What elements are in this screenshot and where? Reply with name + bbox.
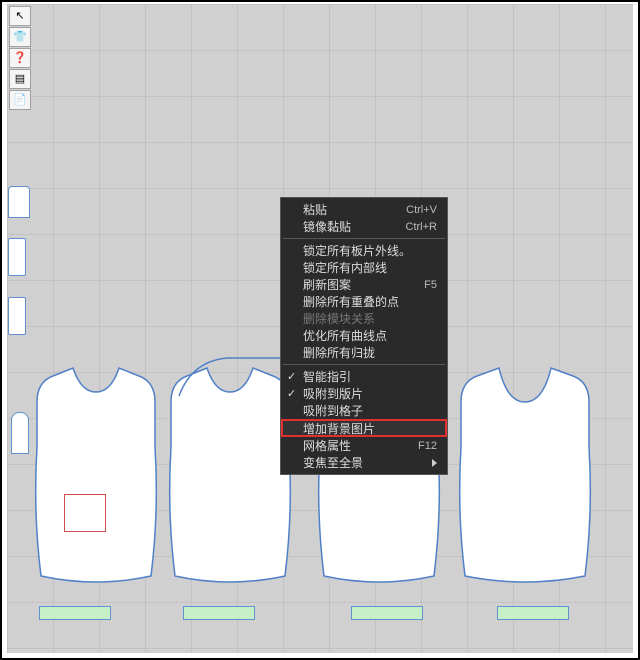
note-tool-icon: 📄 xyxy=(10,91,30,109)
help-tool-icon[interactable]: ❓ xyxy=(9,48,31,68)
menu-item-label: 镜像黏贴 xyxy=(303,218,351,235)
pattern-thumb-2[interactable] xyxy=(8,238,26,276)
note-tool-icon[interactable]: 📄 xyxy=(9,90,31,110)
menu-item[interactable]: 吸附到版片 xyxy=(281,385,447,402)
menu-item-label: 吸附到版片 xyxy=(303,385,363,402)
pattern-thumb-1[interactable] xyxy=(8,186,30,218)
menu-item: 删除模块关系 xyxy=(281,310,447,327)
menu-item[interactable]: 优化所有曲线点 xyxy=(281,327,447,344)
chevron-right-icon xyxy=(432,459,437,467)
pattern-thumb-4[interactable] xyxy=(11,412,29,454)
pocket-outline xyxy=(64,494,106,532)
menu-item-label: 锁定所有内部线 xyxy=(303,259,387,276)
app-frame: ↖👕❓▤📄 粘贴Ctrl+V镜像黏贴Ctrl+R锁定所有板片外线。锁定所有 xyxy=(0,0,640,660)
pattern-piece-1[interactable] xyxy=(31,362,161,592)
menu-shortcut: Ctrl+R xyxy=(406,221,437,233)
menu-item[interactable]: 删除所有归拢 xyxy=(281,344,447,361)
pattern-piece-4[interactable] xyxy=(455,362,595,592)
layers-tool-icon: ▤ xyxy=(10,70,30,88)
menu-item-label: 优化所有曲线点 xyxy=(303,327,387,344)
menu-shortcut: Ctrl+V xyxy=(406,204,437,216)
menu-item[interactable]: 镜像黏贴 Ctrl+R xyxy=(281,218,447,235)
menu-item[interactable]: 锁定所有板片外线。 xyxy=(281,242,447,259)
arrow-tool-icon: ↖ xyxy=(10,7,30,25)
menu-item-label: 删除模块关系 xyxy=(303,310,375,327)
menu-item-label: 变焦至全景 xyxy=(303,454,363,471)
layers-tool-icon[interactable]: ▤ xyxy=(9,69,31,89)
menu-separator xyxy=(283,238,445,239)
menu-item[interactable]: 变焦至全景 xyxy=(281,454,447,471)
menu-item[interactable]: 锁定所有内部线 xyxy=(281,259,447,276)
piece-label-2[interactable] xyxy=(183,606,255,620)
menu-item-label: 增加背景图片 xyxy=(303,420,375,437)
menu-item[interactable]: 增加背景图片 xyxy=(281,419,447,437)
menu-shortcut: F5 xyxy=(424,279,437,291)
piece-label-4[interactable] xyxy=(497,606,569,620)
piece-label-3[interactable] xyxy=(351,606,423,620)
menu-item-label: 删除所有重叠的点 xyxy=(303,293,399,310)
context-menu: 粘贴 Ctrl+V 镜像黏贴 Ctrl+R 锁定所有板片外线。锁定所有内部线刷新图案 F5… xyxy=(280,197,448,475)
menu-item-label: 刷新图案 xyxy=(303,276,351,293)
tshirt-tool-icon: 👕 xyxy=(10,28,30,46)
help-tool-icon: ❓ xyxy=(10,49,30,67)
pattern-extra-curve xyxy=(177,356,297,416)
menu-item[interactable]: 粘贴 Ctrl+V xyxy=(281,201,447,218)
menu-item-label: 智能指引 xyxy=(303,368,351,385)
canvas-2d[interactable]: ↖👕❓▤📄 粘贴Ctrl+V镜像黏贴Ctrl+R锁定所有板片外线。锁定所有 xyxy=(7,4,633,653)
menu-item[interactable]: 智能指引 xyxy=(281,368,447,385)
menu-item-label: 锁定所有板片外线。 xyxy=(303,242,411,259)
tshirt-tool-icon[interactable]: 👕 xyxy=(9,27,31,47)
menu-item[interactable]: 刷新图案 F5 xyxy=(281,276,447,293)
menu-item-label: 网格属性 xyxy=(303,437,351,454)
pattern-thumb-3[interactable] xyxy=(8,297,26,335)
arrow-tool-icon[interactable]: ↖ xyxy=(9,6,31,26)
left-toolbar: ↖ 👕 ❓ ▤ 📄 xyxy=(9,6,31,110)
menu-item[interactable]: 删除所有重叠的点 xyxy=(281,293,447,310)
piece-label-1[interactable] xyxy=(39,606,111,620)
menu-item-label: 删除所有归拢 xyxy=(303,344,375,361)
menu-item[interactable]: 吸附到格子 xyxy=(281,402,447,419)
menu-item-label: 粘贴 xyxy=(303,201,327,218)
menu-separator xyxy=(283,364,445,365)
menu-item-label: 吸附到格子 xyxy=(303,402,363,419)
menu-shortcut: F12 xyxy=(418,440,437,452)
menu-item[interactable]: 网格属性 F12 xyxy=(281,437,447,454)
